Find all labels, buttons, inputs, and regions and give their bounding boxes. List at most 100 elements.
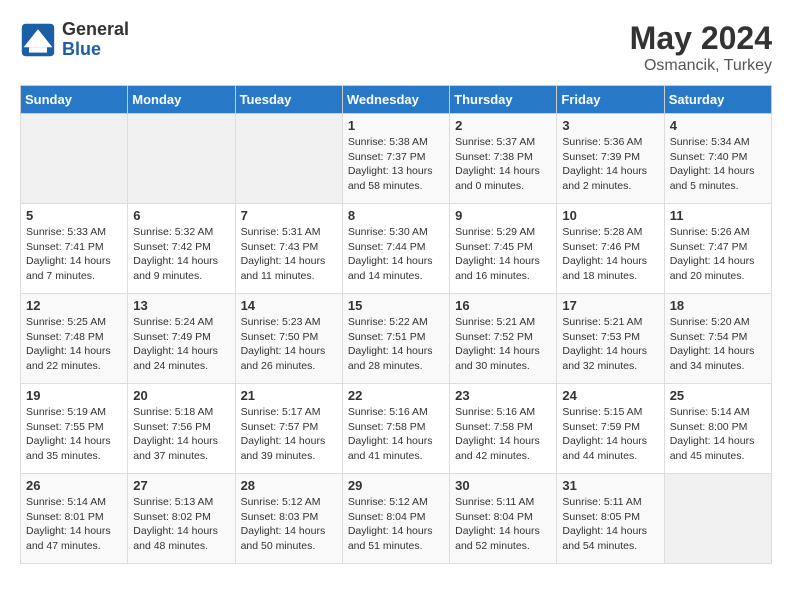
day-content: Sunrise: 5:32 AM Sunset: 7:42 PM Dayligh… bbox=[133, 225, 229, 284]
header-monday: Monday bbox=[128, 86, 235, 114]
day-number: 2 bbox=[455, 118, 551, 133]
calendar-title: May 2024 bbox=[630, 20, 772, 57]
day-number: 16 bbox=[455, 298, 551, 313]
title-block: May 2024 Osmancik, Turkey bbox=[630, 20, 772, 75]
day-content: Sunrise: 5:20 AM Sunset: 7:54 PM Dayligh… bbox=[670, 315, 766, 374]
day-number: 23 bbox=[455, 388, 551, 403]
day-number: 15 bbox=[348, 298, 444, 313]
day-number: 17 bbox=[562, 298, 658, 313]
day-content: Sunrise: 5:13 AM Sunset: 8:02 PM Dayligh… bbox=[133, 495, 229, 554]
calendar-cell: 4 Sunrise: 5:34 AM Sunset: 7:40 PM Daylig… bbox=[664, 114, 771, 204]
calendar-cell: 1 Sunrise: 5:38 AM Sunset: 7:37 PM Daylig… bbox=[342, 114, 449, 204]
calendar-cell: 29 Sunrise: 5:12 AM Sunset: 8:04 PM Dayli… bbox=[342, 474, 449, 564]
day-number: 20 bbox=[133, 388, 229, 403]
calendar-cell bbox=[21, 114, 128, 204]
header-wednesday: Wednesday bbox=[342, 86, 449, 114]
day-content: Sunrise: 5:19 AM Sunset: 7:55 PM Dayligh… bbox=[26, 405, 122, 464]
week-row-2: 5 Sunrise: 5:33 AM Sunset: 7:41 PM Daylig… bbox=[21, 204, 772, 294]
day-content: Sunrise: 5:15 AM Sunset: 7:59 PM Dayligh… bbox=[562, 405, 658, 464]
header-row: SundayMondayTuesdayWednesdayThursdayFrid… bbox=[21, 86, 772, 114]
day-content: Sunrise: 5:24 AM Sunset: 7:49 PM Dayligh… bbox=[133, 315, 229, 374]
day-content: Sunrise: 5:12 AM Sunset: 8:03 PM Dayligh… bbox=[241, 495, 337, 554]
day-number: 21 bbox=[241, 388, 337, 403]
calendar-cell: 7 Sunrise: 5:31 AM Sunset: 7:43 PM Daylig… bbox=[235, 204, 342, 294]
day-content: Sunrise: 5:23 AM Sunset: 7:50 PM Dayligh… bbox=[241, 315, 337, 374]
day-number: 8 bbox=[348, 208, 444, 223]
calendar-cell: 9 Sunrise: 5:29 AM Sunset: 7:45 PM Daylig… bbox=[450, 204, 557, 294]
day-content: Sunrise: 5:18 AM Sunset: 7:56 PM Dayligh… bbox=[133, 405, 229, 464]
calendar-cell: 2Sunrise: 5:37 AM Sunset: 7:38 PM Daylig… bbox=[450, 114, 557, 204]
calendar-cell: 30 Sunrise: 5:11 AM Sunset: 8:04 PM Dayli… bbox=[450, 474, 557, 564]
calendar-cell: 3Sunrise: 5:36 AM Sunset: 7:39 PM Daylig… bbox=[557, 114, 664, 204]
calendar-cell: 10Sunrise: 5:28 AM Sunset: 7:46 PM Dayli… bbox=[557, 204, 664, 294]
day-content: Sunrise: 5:26 AM Sunset: 7:47 PM Dayligh… bbox=[670, 225, 766, 284]
day-number: 25 bbox=[670, 388, 766, 403]
day-number: 14 bbox=[241, 298, 337, 313]
day-content: Sunrise: 5:25 AM Sunset: 7:48 PM Dayligh… bbox=[26, 315, 122, 374]
calendar-cell: 31 Sunrise: 5:11 AM Sunset: 8:05 PM Dayli… bbox=[557, 474, 664, 564]
calendar-cell: 26Sunrise: 5:14 AM Sunset: 8:01 PM Dayli… bbox=[21, 474, 128, 564]
week-row-4: 19Sunrise: 5:19 AM Sunset: 7:55 PM Dayli… bbox=[21, 384, 772, 474]
calendar-cell: 27 Sunrise: 5:13 AM Sunset: 8:02 PM Dayli… bbox=[128, 474, 235, 564]
calendar-cell: 21Sunrise: 5:17 AM Sunset: 7:57 PM Dayli… bbox=[235, 384, 342, 474]
day-number: 10 bbox=[562, 208, 658, 223]
day-number: 29 bbox=[348, 478, 444, 493]
calendar-cell: 5 Sunrise: 5:33 AM Sunset: 7:41 PM Daylig… bbox=[21, 204, 128, 294]
calendar-cell: 23Sunrise: 5:16 AM Sunset: 7:58 PM Dayli… bbox=[450, 384, 557, 474]
day-content: Sunrise: 5:21 AM Sunset: 7:52 PM Dayligh… bbox=[455, 315, 551, 374]
calendar-table: SundayMondayTuesdayWednesdayThursdayFrid… bbox=[20, 85, 772, 564]
header-tuesday: Tuesday bbox=[235, 86, 342, 114]
calendar-cell: 12Sunrise: 5:25 AM Sunset: 7:48 PM Dayli… bbox=[21, 294, 128, 384]
day-content: Sunrise: 5:38 AM Sunset: 7:37 PM Dayligh… bbox=[348, 135, 444, 194]
day-number: 26 bbox=[26, 478, 122, 493]
day-content: Sunrise: 5:29 AM Sunset: 7:45 PM Dayligh… bbox=[455, 225, 551, 284]
calendar-location: Osmancik, Turkey bbox=[630, 57, 772, 75]
page-header: General Blue May 2024 Osmancik, Turkey bbox=[20, 20, 772, 75]
day-number: 4 bbox=[670, 118, 766, 133]
logo-text: General Blue bbox=[62, 20, 129, 60]
day-number: 13 bbox=[133, 298, 229, 313]
calendar-cell: 14 Sunrise: 5:23 AM Sunset: 7:50 PM Dayli… bbox=[235, 294, 342, 384]
calendar-cell: 13 Sunrise: 5:24 AM Sunset: 7:49 PM Dayli… bbox=[128, 294, 235, 384]
day-content: Sunrise: 5:11 AM Sunset: 8:05 PM Dayligh… bbox=[562, 495, 658, 554]
day-content: Sunrise: 5:33 AM Sunset: 7:41 PM Dayligh… bbox=[26, 225, 122, 284]
day-number: 18 bbox=[670, 298, 766, 313]
calendar-cell: 6 Sunrise: 5:32 AM Sunset: 7:42 PM Daylig… bbox=[128, 204, 235, 294]
day-number: 22 bbox=[348, 388, 444, 403]
day-number: 7 bbox=[241, 208, 337, 223]
calendar-cell: 24 Sunrise: 5:15 AM Sunset: 7:59 PM Dayli… bbox=[557, 384, 664, 474]
calendar-cell: 15 Sunrise: 5:22 AM Sunset: 7:51 PM Dayli… bbox=[342, 294, 449, 384]
day-number: 1 bbox=[348, 118, 444, 133]
day-content: Sunrise: 5:22 AM Sunset: 7:51 PM Dayligh… bbox=[348, 315, 444, 374]
day-number: 31 bbox=[562, 478, 658, 493]
calendar-cell: 18 Sunrise: 5:20 AM Sunset: 7:54 PM Dayli… bbox=[664, 294, 771, 384]
day-content: Sunrise: 5:14 AM Sunset: 8:00 PM Dayligh… bbox=[670, 405, 766, 464]
header-thursday: Thursday bbox=[450, 86, 557, 114]
day-content: Sunrise: 5:11 AM Sunset: 8:04 PM Dayligh… bbox=[455, 495, 551, 554]
logo-blue-text: Blue bbox=[62, 39, 101, 59]
day-number: 6 bbox=[133, 208, 229, 223]
logo-icon bbox=[20, 22, 56, 58]
logo: General Blue bbox=[20, 20, 129, 60]
day-number: 24 bbox=[562, 388, 658, 403]
calendar-cell: 17Sunrise: 5:21 AM Sunset: 7:53 PM Dayli… bbox=[557, 294, 664, 384]
day-content: Sunrise: 5:34 AM Sunset: 7:40 PM Dayligh… bbox=[670, 135, 766, 194]
header-friday: Friday bbox=[557, 86, 664, 114]
calendar-header: SundayMondayTuesdayWednesdayThursdayFrid… bbox=[21, 86, 772, 114]
day-content: Sunrise: 5:16 AM Sunset: 7:58 PM Dayligh… bbox=[348, 405, 444, 464]
day-number: 5 bbox=[26, 208, 122, 223]
day-number: 9 bbox=[455, 208, 551, 223]
calendar-cell: 19Sunrise: 5:19 AM Sunset: 7:55 PM Dayli… bbox=[21, 384, 128, 474]
day-number: 30 bbox=[455, 478, 551, 493]
day-content: Sunrise: 5:12 AM Sunset: 8:04 PM Dayligh… bbox=[348, 495, 444, 554]
calendar-cell: 20 Sunrise: 5:18 AM Sunset: 7:56 PM Dayli… bbox=[128, 384, 235, 474]
calendar-body: 1 Sunrise: 5:38 AM Sunset: 7:37 PM Daylig… bbox=[21, 114, 772, 564]
calendar-cell: 16 Sunrise: 5:21 AM Sunset: 7:52 PM Dayli… bbox=[450, 294, 557, 384]
calendar-cell bbox=[235, 114, 342, 204]
day-number: 27 bbox=[133, 478, 229, 493]
day-number: 11 bbox=[670, 208, 766, 223]
week-row-3: 12Sunrise: 5:25 AM Sunset: 7:48 PM Dayli… bbox=[21, 294, 772, 384]
day-content: Sunrise: 5:31 AM Sunset: 7:43 PM Dayligh… bbox=[241, 225, 337, 284]
calendar-cell: 25 Sunrise: 5:14 AM Sunset: 8:00 PM Dayli… bbox=[664, 384, 771, 474]
calendar-cell: 22 Sunrise: 5:16 AM Sunset: 7:58 PM Dayli… bbox=[342, 384, 449, 474]
